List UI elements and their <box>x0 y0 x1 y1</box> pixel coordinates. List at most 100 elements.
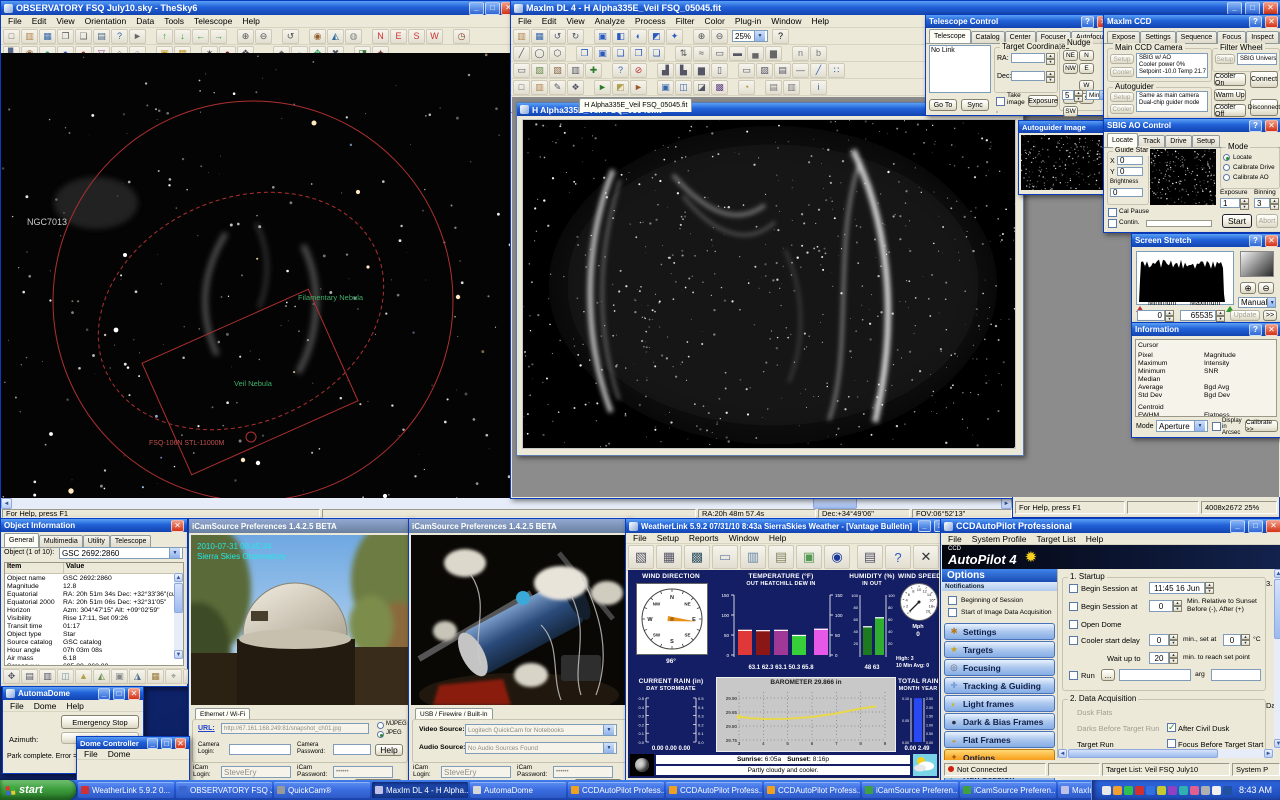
exit-icon[interactable]: ✕ <box>913 545 939 569</box>
marker-icon[interactable]: ✚ <box>585 63 602 78</box>
dec-spinner[interactable]: ▲▼ <box>1046 71 1055 81</box>
binning-spinner[interactable]: ▲▼ <box>1270 198 1279 208</box>
minimum-spinner[interactable]: ▲▼ <box>1165 310 1174 321</box>
zoom-out-icon[interactable]: ⊖ <box>255 29 272 44</box>
combine-icon[interactable]: ▨ <box>756 63 773 78</box>
menu-file[interactable]: File <box>5 701 29 711</box>
url-field[interactable]: http://67.161.168.249:81/snapshot_ch01.j… <box>221 723 369 734</box>
maximize-button[interactable]: □ <box>161 738 172 749</box>
quick-stretch-icon[interactable]: ◧ <box>612 29 629 44</box>
line-tool-icon[interactable]: ╱ <box>513 46 530 61</box>
close-button[interactable]: ✕ <box>1263 2 1278 15</box>
run-path-field[interactable] <box>1119 669 1191 681</box>
mode-calibrate-ao-radio[interactable] <box>1223 174 1230 181</box>
crosshair-icon[interactable]: ✦ <box>666 29 683 44</box>
begin-session-rel-field[interactable]: 0 <box>1149 600 1173 612</box>
cal-pause-checkbox[interactable] <box>1108 208 1117 217</box>
flip-icon[interactable]: ⇅ <box>675 46 692 61</box>
annotate-icon[interactable]: n <box>792 46 809 61</box>
pixel-math-icon[interactable]: ∷ <box>828 63 845 78</box>
begin-session-time-spinner[interactable]: ▲▼ <box>1205 582 1214 594</box>
east-icon[interactable]: E <box>390 29 407 44</box>
curves-icon[interactable]: ▆ <box>765 46 782 61</box>
center-object-icon[interactable]: ✥ <box>3 669 20 684</box>
start-button[interactable]: Start <box>1222 214 1252 228</box>
icam-login-field[interactable]: SteveEry <box>221 766 291 778</box>
emergency-stop-button[interactable]: Emergency Stop <box>61 715 139 729</box>
nudge-sw-button[interactable]: SW <box>1063 106 1078 117</box>
deblur-icon[interactable]: — <box>792 63 809 78</box>
menu-dome[interactable]: Dome <box>29 701 62 711</box>
menu-file[interactable]: File <box>943 534 967 544</box>
help-button[interactable]: Help <box>375 744 403 756</box>
screen-view-icon[interactable]: ▨ <box>531 63 548 78</box>
info-window-icon[interactable]: ▥ <box>567 63 584 78</box>
print-icon[interactable]: ▤ <box>857 545 883 569</box>
stretch-mode-select[interactable]: Manual▼ <box>1238 297 1276 308</box>
cooler-off-button[interactable]: Cooler Off <box>1214 104 1246 117</box>
panel-hscrollbar[interactable]: ◄ ► <box>1058 749 1274 758</box>
find-icon[interactable]: ⌖ <box>165 669 182 684</box>
zoom-select[interactable]: 25%▼ <box>732 30 768 42</box>
tray-icon[interactable] <box>1212 786 1221 795</box>
new-icon[interactable]: □ <box>3 29 20 44</box>
cooler-delay-checkbox[interactable] <box>1069 636 1078 645</box>
minimum-field[interactable]: 0 <box>1137 310 1165 321</box>
print-icon[interactable]: ▤ <box>765 80 782 95</box>
context-help-icon[interactable]: ► <box>129 29 146 44</box>
close-button[interactable]: ✕ <box>1265 324 1278 336</box>
mode-calibrate-drive-radio[interactable] <box>1223 164 1230 171</box>
sky-horizontal-scrollbar[interactable]: ◄ ► <box>1 498 1013 509</box>
stack-icon[interactable]: ▤ <box>774 63 791 78</box>
new-image-icon[interactable]: □ <box>513 80 530 95</box>
calibrate-button[interactable]: Calibrate >> <box>1245 420 1278 432</box>
settings-icon[interactable]: ❖ <box>567 80 584 95</box>
zoom-in-icon[interactable]: ⊕ <box>237 29 254 44</box>
tray-icon[interactable] <box>1201 786 1210 795</box>
taskbar-task-maxim-dl-4-h-alpha[interactable]: MaxIm DL 4 - H Alpha... <box>372 782 468 798</box>
reports-icon[interactable]: ▣ <box>796 545 822 569</box>
tab-setup[interactable]: Setup <box>1192 135 1220 147</box>
object-table[interactable]: Item Value Object nameGSC 2692:2860Magni… <box>4 562 184 666</box>
open-icon[interactable]: ▥ <box>513 29 530 44</box>
menu-target-list[interactable]: Target List <box>1032 534 1081 544</box>
smooth-icon[interactable]: ≈ <box>693 46 710 61</box>
column-item[interactable]: Item <box>5 563 64 573</box>
url-link[interactable]: URL: <box>198 725 215 732</box>
menu-help[interactable]: Help <box>764 533 791 543</box>
menu-help[interactable]: Help <box>237 16 264 26</box>
close-button[interactable]: ✕ <box>1265 16 1278 28</box>
table-row[interactable]: Air mass6.18 <box>5 654 183 662</box>
tray-icon[interactable] <box>1190 786 1199 795</box>
menu-help[interactable]: Help <box>61 701 88 711</box>
minimize-button[interactable]: _ <box>98 688 110 700</box>
tab-inspect[interactable]: Inspect <box>1246 31 1279 43</box>
table-row[interactable]: Transit time01:17 <box>5 622 183 630</box>
nav-left-icon[interactable]: ← <box>192 29 209 44</box>
menu-dome[interactable]: Dome <box>103 749 136 759</box>
undo-icon[interactable]: ↺ <box>549 29 566 44</box>
nudge-amount-field[interactable]: 5 <box>1062 90 1074 100</box>
save-all-icon[interactable]: ▣ <box>657 80 674 95</box>
altitude-icon[interactable]: ▲ <box>75 669 92 684</box>
polygon-tool-icon[interactable]: ⬡ <box>549 46 566 61</box>
tab-focus[interactable]: Focus <box>1217 31 1246 43</box>
sidebar-item-focusing[interactable]: ◎Focusing <box>944 659 1055 676</box>
expand-button[interactable]: >> <box>1263 310 1277 321</box>
camera-password-field[interactable] <box>333 744 371 755</box>
maximum-field[interactable]: 65535 <box>1180 310 1216 321</box>
labels-icon[interactable]: ▦ <box>147 669 164 684</box>
main-setup-button[interactable]: Setup <box>1110 54 1134 64</box>
menu-data[interactable]: Data <box>131 16 159 26</box>
tray-icon[interactable] <box>1223 786 1232 795</box>
icam-login-field[interactable]: SteveEry <box>441 766 511 778</box>
nudge-e-button[interactable]: E <box>1079 63 1094 74</box>
dome-controller-titlebar[interactable]: Dome Controller _ □ ✕ <box>77 737 189 749</box>
horizon-graph-icon[interactable]: ◮ <box>129 669 146 684</box>
tray-icon[interactable] <box>1168 786 1177 795</box>
maximum-spinner[interactable]: ▲▼ <box>1216 310 1225 321</box>
duplicate-icon[interactable]: ▣ <box>594 46 611 61</box>
menu-telescope[interactable]: Telescope <box>189 16 237 26</box>
close-button[interactable]: ✕ <box>1266 520 1280 533</box>
save-icon[interactable]: ▦ <box>39 29 56 44</box>
